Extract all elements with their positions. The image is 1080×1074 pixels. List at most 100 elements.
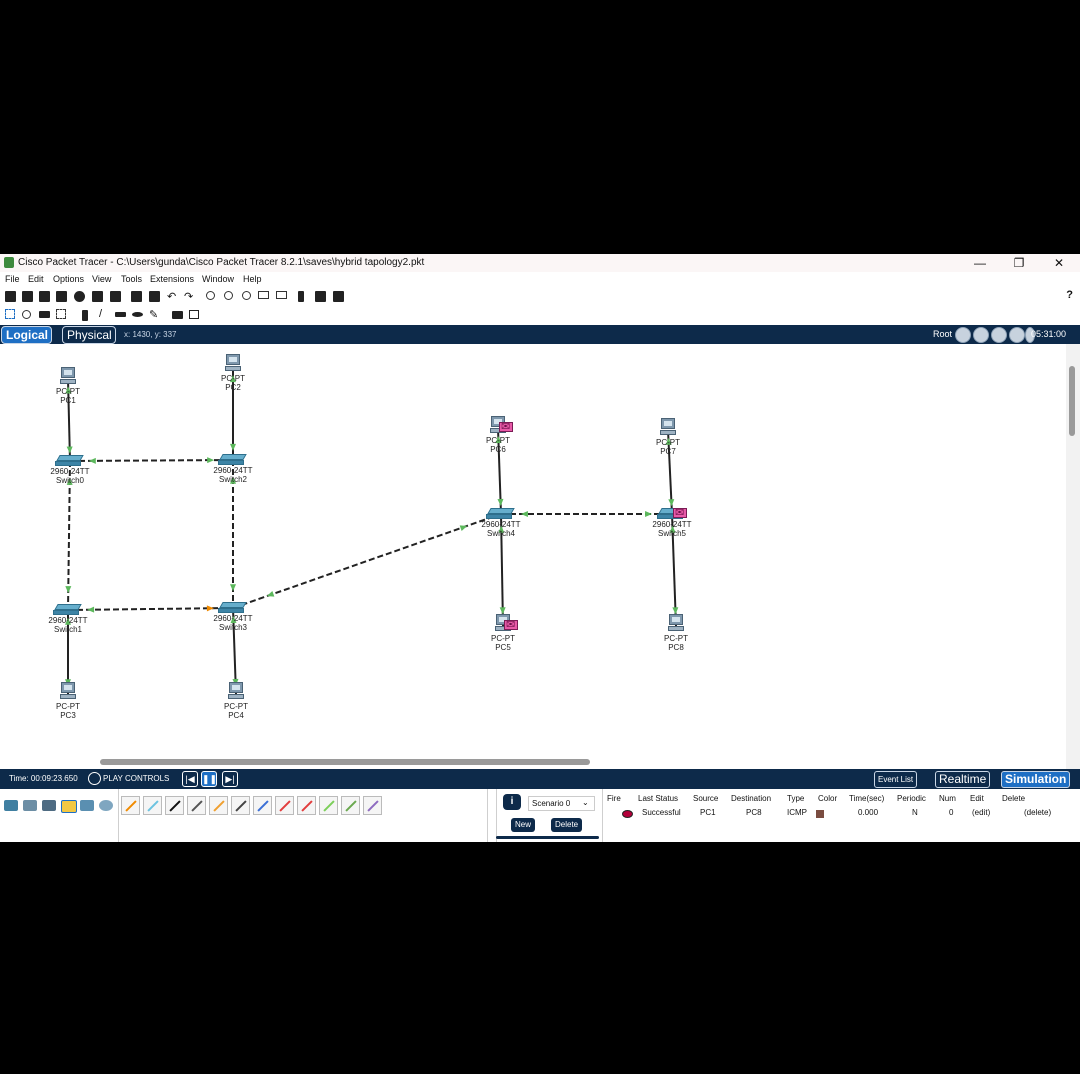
logical-workspace[interactable]: PC-PT PC1 PC-PT PC2 PC-PT PC3 PC-PT PC4 PC-PT PC5… — [0, 344, 1066, 769]
drawing-palette-icon[interactable] — [258, 291, 269, 299]
zoom-reset-icon[interactable] — [224, 291, 233, 300]
menu-options[interactable]: Options — [53, 274, 84, 284]
tab-logical[interactable]: Logical — [1, 326, 53, 344]
back-navigation-icon[interactable] — [955, 327, 971, 343]
minimize-button[interactable]: — — [962, 254, 998, 272]
pc-icon[interactable] — [668, 614, 684, 632]
pc-icon[interactable] — [660, 418, 676, 436]
place-note-icon[interactable] — [82, 310, 88, 321]
select-icon[interactable] — [5, 309, 15, 319]
connections-icon[interactable] — [61, 800, 77, 813]
redo-icon[interactable]: ↷ — [184, 290, 195, 303]
serial-dce-cable-icon[interactable] — [275, 796, 294, 815]
horizontal-scrollbar[interactable] — [0, 756, 1066, 769]
pdu-envelope-icon[interactable] — [499, 420, 513, 433]
move-object-icon[interactable] — [991, 327, 1007, 343]
crossover-cable-icon[interactable] — [187, 796, 206, 815]
clipboard-icon[interactable] — [298, 291, 304, 302]
inspect-icon[interactable] — [22, 310, 31, 319]
close-button[interactable]: ✕ — [1041, 254, 1077, 272]
pc-icon[interactable] — [228, 682, 244, 700]
menu-window[interactable]: Window — [202, 274, 234, 284]
simulation-button[interactable]: Simulation — [1001, 771, 1071, 788]
event-list-button[interactable]: Event List — [874, 771, 918, 788]
back-button[interactable]: |◀ — [182, 771, 198, 787]
horizontal-scroll-thumb[interactable] — [100, 759, 590, 765]
pause-button[interactable]: ❚❚ — [201, 771, 217, 787]
freeform-icon[interactable]: ✎ — [149, 308, 160, 321]
zoom-out-icon[interactable] — [242, 291, 251, 300]
switch-icon[interactable] — [218, 602, 248, 614]
set-background-icon[interactable] — [1009, 327, 1025, 343]
components-icon[interactable] — [42, 800, 56, 811]
auto-cable-icon[interactable] — [121, 796, 140, 815]
custom-device-icon[interactable] — [276, 291, 287, 299]
activity-wizard-icon[interactable] — [110, 291, 121, 302]
multiuser-icon[interactable] — [99, 800, 113, 811]
menu-tools[interactable]: Tools — [121, 274, 142, 284]
add-complex-pdu-icon[interactable] — [189, 310, 199, 319]
new-scenario-button[interactable]: New — [511, 818, 536, 832]
menu-file[interactable]: File — [5, 274, 20, 284]
vertical-scroll-thumb[interactable] — [1069, 366, 1075, 436]
open-file-icon[interactable] — [22, 291, 33, 302]
menu-extensions[interactable]: Extensions — [150, 274, 194, 284]
coaxial-cable-icon[interactable] — [253, 796, 272, 815]
switch-icon[interactable] — [55, 455, 85, 467]
info-icon[interactable] — [74, 291, 85, 302]
switch-icon[interactable] — [486, 508, 516, 520]
straight-through-cable-icon[interactable] — [165, 796, 184, 815]
fiber-cable-icon[interactable] — [209, 796, 228, 815]
forward-button[interactable]: ▶| — [222, 771, 238, 787]
phone-cable-icon[interactable] — [231, 796, 250, 815]
switch-icon[interactable] — [53, 604, 83, 616]
zoom-in-icon[interactable] — [206, 291, 215, 300]
end-devices-icon[interactable] — [23, 800, 37, 811]
resize-shape-icon[interactable] — [56, 309, 66, 319]
toggle-pdu-list-strip[interactable] — [496, 836, 599, 839]
iot-cable-icon[interactable] — [341, 796, 360, 815]
network-wizard-icon[interactable] — [92, 291, 103, 302]
save-icon[interactable] — [39, 291, 50, 302]
pc-icon[interactable] — [60, 682, 76, 700]
octal-cable-icon[interactable] — [319, 796, 338, 815]
draw-ellipse-icon[interactable] — [132, 312, 143, 317]
menu-edit[interactable]: Edit — [28, 274, 44, 284]
draw-rectangle-icon[interactable] — [115, 312, 126, 317]
misc-icon[interactable] — [80, 800, 94, 811]
fire-pdu-button[interactable] — [622, 810, 633, 818]
pdu-icon[interactable] — [315, 291, 326, 302]
pdu-envelope-icon[interactable] — [673, 506, 687, 519]
network-devices-icon[interactable] — [4, 800, 18, 811]
screenshot-icon[interactable] — [333, 291, 344, 302]
undo-icon[interactable]: ↶ — [167, 290, 178, 303]
delete-scenario-button[interactable]: Delete — [551, 818, 583, 832]
serial-dte-cable-icon[interactable] — [297, 796, 316, 815]
print-icon[interactable] — [56, 291, 67, 302]
new-file-icon[interactable] — [5, 291, 16, 302]
restore-button[interactable]: ❐ — [1001, 254, 1037, 272]
pdu-delete-link[interactable]: (delete) — [1024, 808, 1051, 817]
realtime-button[interactable]: Realtime — [935, 771, 991, 788]
usb-cable-icon[interactable] — [363, 796, 382, 815]
copy-icon[interactable] — [131, 291, 142, 302]
console-cable-icon[interactable] — [143, 796, 162, 815]
switch-icon[interactable] — [218, 454, 248, 466]
add-simple-pdu-icon[interactable] — [172, 311, 183, 319]
tab-physical[interactable]: Physical — [62, 326, 116, 344]
delete-icon[interactable] — [39, 311, 50, 318]
scenario-info-icon[interactable]: i — [503, 794, 521, 810]
pdu-envelope-icon[interactable] — [504, 618, 518, 631]
menu-help[interactable]: Help — [243, 274, 262, 284]
chevron-down-icon[interactable]: ⌄ — [582, 798, 589, 807]
power-cycle-icon[interactable] — [88, 772, 101, 785]
pc-icon[interactable] — [225, 354, 241, 372]
pdu-edit-link[interactable]: (edit) — [972, 808, 990, 817]
pc-icon[interactable] — [60, 367, 76, 385]
paste-icon[interactable] — [149, 291, 160, 302]
help-icon[interactable]: ? — [1066, 289, 1073, 301]
draw-line-icon[interactable]: / — [99, 308, 110, 320]
menu-view[interactable]: View — [92, 274, 111, 284]
cluster-icon[interactable] — [973, 327, 989, 343]
vertical-scrollbar[interactable] — [1066, 344, 1080, 769]
